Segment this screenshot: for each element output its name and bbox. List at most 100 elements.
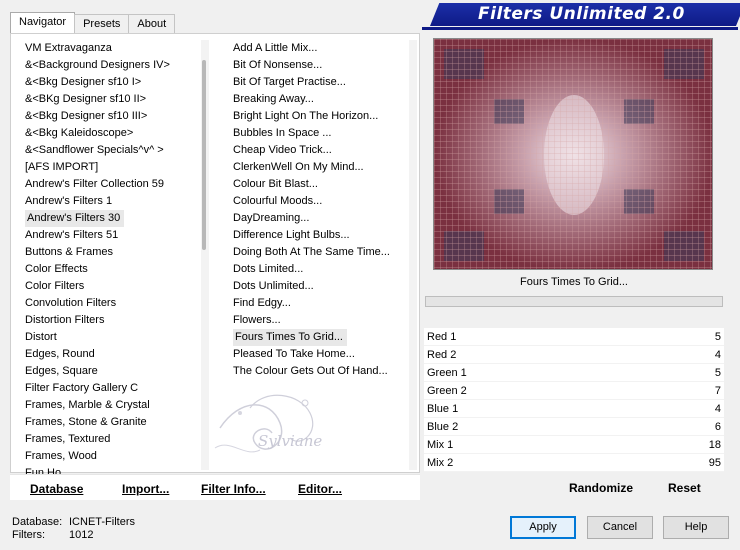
category-item[interactable]: Filter Factory Gallery C — [23, 380, 213, 397]
parameter-value[interactable]: 5 — [715, 367, 721, 379]
tab-about[interactable]: About — [128, 14, 176, 34]
parameter-row[interactable]: Mix 1 18 — [424, 436, 724, 454]
category-item[interactable]: VM Extravaganza — [23, 40, 213, 57]
filter-item[interactable]: Breaking Away... — [231, 91, 421, 108]
parameter-name: Blue 1 — [427, 402, 459, 415]
filter-item[interactable]: Colourful Moods... — [231, 193, 421, 210]
filter-item-selected[interactable]: Fours Times To Grid... — [233, 329, 347, 346]
category-item[interactable]: Andrew's Filters 30 — [23, 210, 213, 227]
category-scrollbar-thumb[interactable] — [202, 60, 206, 250]
filter-list[interactable]: Add A Little Mix... Bit Of Nonsense... Bit… — [231, 40, 421, 380]
category-item[interactable]: &<Bkg Kaleidoscope> — [23, 125, 213, 142]
filter-item[interactable]: The Colour Gets Out Of Hand... — [231, 363, 421, 380]
cancel-button[interactable]: Cancel — [587, 516, 653, 539]
randomize-button[interactable]: Randomize — [569, 481, 633, 495]
filter-item[interactable]: Dots Limited... — [231, 261, 421, 278]
filter-item[interactable]: Flowers... — [231, 312, 421, 329]
filter-item[interactable]: Dots Unlimited... — [231, 278, 421, 295]
parameter-name: Green 2 — [427, 384, 467, 397]
watermark-text: Sylviane — [258, 432, 323, 450]
filter-item[interactable]: Find Edgy... — [231, 295, 421, 312]
status-database-label: Database: — [12, 516, 63, 528]
preview-image — [433, 38, 713, 270]
category-scrollbar[interactable] — [201, 40, 209, 470]
filter-info-button[interactable]: Filter Info... — [201, 482, 266, 496]
category-item[interactable]: Frames, Marble & Crystal — [23, 397, 213, 414]
filter-item[interactable]: Bit Of Nonsense... — [231, 57, 421, 74]
category-item[interactable]: &<Background Designers IV> — [23, 57, 213, 74]
parameter-value[interactable]: 4 — [715, 349, 721, 361]
category-item[interactable]: Andrew's Filter Collection 59 — [23, 176, 213, 193]
category-item[interactable]: Color Effects — [23, 261, 213, 278]
category-item[interactable]: Buttons & Frames — [23, 244, 213, 261]
category-item[interactable]: [AFS IMPORT] — [23, 159, 213, 176]
parameter-row[interactable]: Mix 2 95 — [424, 454, 724, 472]
parameter-value[interactable]: 5 — [715, 331, 721, 343]
reset-button[interactable]: Reset — [668, 481, 701, 495]
parameter-value[interactable]: 4 — [715, 403, 721, 415]
category-item[interactable]: Convolution Filters — [23, 295, 213, 312]
parameter-name: Mix 2 — [427, 456, 454, 469]
parameter-name: Green 1 — [427, 366, 467, 379]
category-item[interactable]: Frames, Wood — [23, 448, 213, 465]
status-filters-label: Filters: — [12, 529, 45, 541]
tab-presets[interactable]: Presets — [74, 14, 130, 34]
filter-item[interactable]: Add A Little Mix... — [231, 40, 421, 57]
apply-button[interactable]: Apply — [510, 516, 576, 539]
database-button[interactable]: Database — [30, 482, 83, 496]
category-item-selected[interactable]: Andrew's Filters 30 — [25, 210, 125, 227]
filter-item[interactable]: ClerkenWell On My Mind... — [231, 159, 421, 176]
category-item[interactable]: &<BKg Designer sf10 II> — [23, 91, 213, 108]
category-item[interactable]: Color Filters — [23, 278, 213, 295]
filter-item[interactable]: Cheap Video Trick... — [231, 142, 421, 159]
filter-item[interactable]: Bit Of Target Practise... — [231, 74, 421, 91]
category-item[interactable]: &<Sandflower Specials^v^ > — [23, 142, 213, 159]
category-item[interactable]: Distortion Filters — [23, 312, 213, 329]
help-button[interactable]: Help — [663, 516, 729, 539]
parameter-value[interactable]: 18 — [709, 439, 721, 451]
category-item[interactable]: Andrew's Filters 51 — [23, 227, 213, 244]
parameter-name: Red 2 — [427, 348, 457, 361]
parameter-list: Red 1 5 Red 2 4 Green 1 5 Green 2 7 Blue 1 4 Blue … — [424, 328, 724, 472]
filter-item[interactable]: Fours Times To Grid... — [231, 329, 421, 346]
parameter-row[interactable]: Green 1 5 — [424, 364, 724, 382]
filter-scrollbar[interactable] — [409, 40, 417, 470]
parameter-value[interactable]: 95 — [709, 457, 721, 469]
parameter-row[interactable]: Blue 1 4 — [424, 400, 724, 418]
parameter-row[interactable]: Green 2 7 — [424, 382, 724, 400]
filter-item[interactable]: Bright Light On The Horizon... — [231, 108, 421, 125]
parameter-row[interactable]: Red 1 5 — [424, 328, 724, 346]
category-item[interactable]: &<Bkg Designer sf10 III> — [23, 108, 213, 125]
parameter-name: Red 1 — [427, 330, 457, 343]
brand-title: Filters Unlimited 2.0 — [478, 4, 685, 24]
category-item[interactable]: Andrew's Filters 1 — [23, 193, 213, 210]
parameter-value[interactable]: 6 — [715, 421, 721, 433]
editor-button[interactable]: Editor... — [298, 482, 342, 496]
parameter-value[interactable]: 7 — [715, 385, 721, 397]
filter-item[interactable]: Pleased To Take Home... — [231, 346, 421, 363]
filter-item[interactable]: Doing Both At The Same Time... — [231, 244, 421, 261]
parameter-row[interactable]: Blue 2 6 — [424, 418, 724, 436]
category-item[interactable]: Distort — [23, 329, 213, 346]
preview-filter-name: Fours Times To Grid... — [520, 276, 628, 288]
category-item[interactable]: Edges, Round — [23, 346, 213, 363]
category-item[interactable]: Edges, Square — [23, 363, 213, 380]
status-filters-value: 1012 — [69, 529, 94, 541]
category-item[interactable]: &<Bkg Designer sf10 I> — [23, 74, 213, 91]
parameter-bottom-bar: Randomize Reset — [424, 472, 728, 500]
parameter-name: Blue 2 — [427, 420, 459, 433]
filter-item[interactable]: Colour Bit Blast... — [231, 176, 421, 193]
tab-navigator[interactable]: Navigator — [10, 12, 76, 34]
filter-item[interactable]: Difference Light Bulbs... — [231, 227, 421, 244]
category-item[interactable]: Frames, Stone & Granite — [23, 414, 213, 431]
status-filters: Filters: 1012 — [12, 529, 93, 541]
parameter-row[interactable]: Red 2 4 — [424, 346, 724, 364]
tab-bar: Navigator Presets About — [10, 12, 176, 34]
filter-item[interactable]: Bubbles In Space ... — [231, 125, 421, 142]
filter-item[interactable]: DayDreaming... — [231, 210, 421, 227]
category-item[interactable]: Frames, Textured — [23, 431, 213, 448]
status-database-value: ICNET-Filters — [69, 516, 135, 528]
category-list[interactable]: VM Extravaganza &<Background Designers IV… — [23, 40, 213, 482]
import-button[interactable]: Import... — [122, 482, 169, 496]
preview-progress-bar — [425, 296, 723, 307]
